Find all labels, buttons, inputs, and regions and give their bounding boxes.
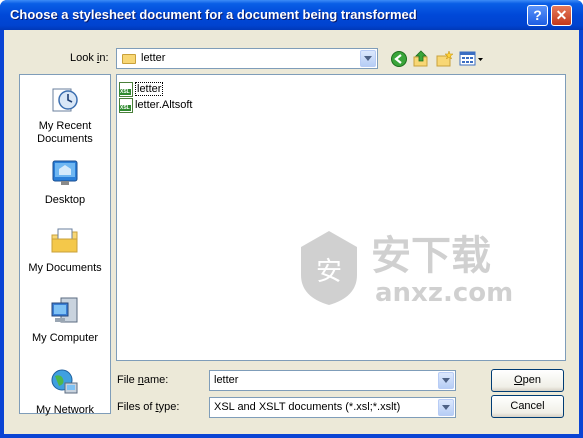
look-in-dropdown[interactable]: letter <box>116 48 378 69</box>
xsl-file-icon <box>119 82 133 97</box>
dialog-title: Choose a stylesheet document for a docum… <box>10 7 417 22</box>
chevron-down-icon[interactable] <box>438 372 454 389</box>
watermark-logo: 安 安下载 anxz.com <box>301 231 513 308</box>
open-button[interactable]: Open <box>491 369 564 392</box>
close-button[interactable]: ✕ <box>551 5 572 26</box>
chevron-down-icon[interactable] <box>360 50 376 67</box>
place-label: My Documents <box>28 262 102 274</box>
back-icon[interactable] <box>390 50 408 68</box>
cancel-button[interactable]: Cancel <box>491 395 564 418</box>
place-my-computer[interactable]: My Computer <box>20 295 110 345</box>
place-desktop[interactable]: Desktop <box>20 157 110 207</box>
watermark-url: anxz.com <box>375 278 513 308</box>
file-name: letter <box>135 82 164 96</box>
file-list[interactable]: letter letter.Altsoft 安 安下载 anxz.com <box>116 74 566 361</box>
chevron-down-icon[interactable] <box>438 399 454 416</box>
my-documents-icon <box>51 228 78 253</box>
dialog-window: Choose a stylesheet document for a docum… <box>0 0 583 438</box>
file-type-value: XSL and XSLT documents (*.xsl;*.xslt) <box>214 401 401 413</box>
file-name-value: letter <box>214 374 239 386</box>
look-in-value: letter <box>141 52 166 64</box>
desktop-icon <box>52 160 78 185</box>
places-bar: My Recent Documents Desktop My Documents <box>19 74 111 417</box>
file-name-input[interactable]: letter <box>209 370 456 391</box>
file-name-label: File name: <box>117 374 169 386</box>
folder-icon <box>122 54 136 64</box>
place-my-network[interactable]: My Network <box>20 367 110 417</box>
look-in-label: Look in: <box>70 52 109 64</box>
file-name: letter.Altsoft <box>135 99 193 111</box>
place-label: My Recent Documents <box>37 120 93 145</box>
new-folder-icon[interactable] <box>435 50 453 68</box>
file-type-dropdown[interactable]: XSL and XSLT documents (*.xsl;*.xslt) <box>209 397 456 418</box>
place-my-documents[interactable]: My Documents <box>20 225 110 275</box>
place-label: My Computer <box>31 332 99 344</box>
title-bar[interactable]: Choose a stylesheet document for a docum… <box>0 0 583 30</box>
view-menu-icon[interactable] <box>459 50 485 68</box>
xsl-file-icon <box>119 98 133 113</box>
place-label: Desktop <box>44 194 86 206</box>
dialog-body: Look in: letter My Recent Documents Desk… <box>4 30 579 434</box>
help-button[interactable]: ? <box>527 5 548 26</box>
watermark-cn: 安下载 <box>371 233 491 279</box>
up-folder-icon[interactable] <box>412 50 430 68</box>
svg-text:安: 安 <box>316 257 342 287</box>
recent-documents-icon <box>52 88 78 112</box>
place-label: My Network <box>35 404 95 416</box>
my-network-icon <box>51 369 78 394</box>
file-type-label: Files of type: <box>117 401 180 413</box>
place-recent-documents[interactable]: My Recent Documents <box>20 83 110 146</box>
my-computer-icon <box>51 297 78 323</box>
